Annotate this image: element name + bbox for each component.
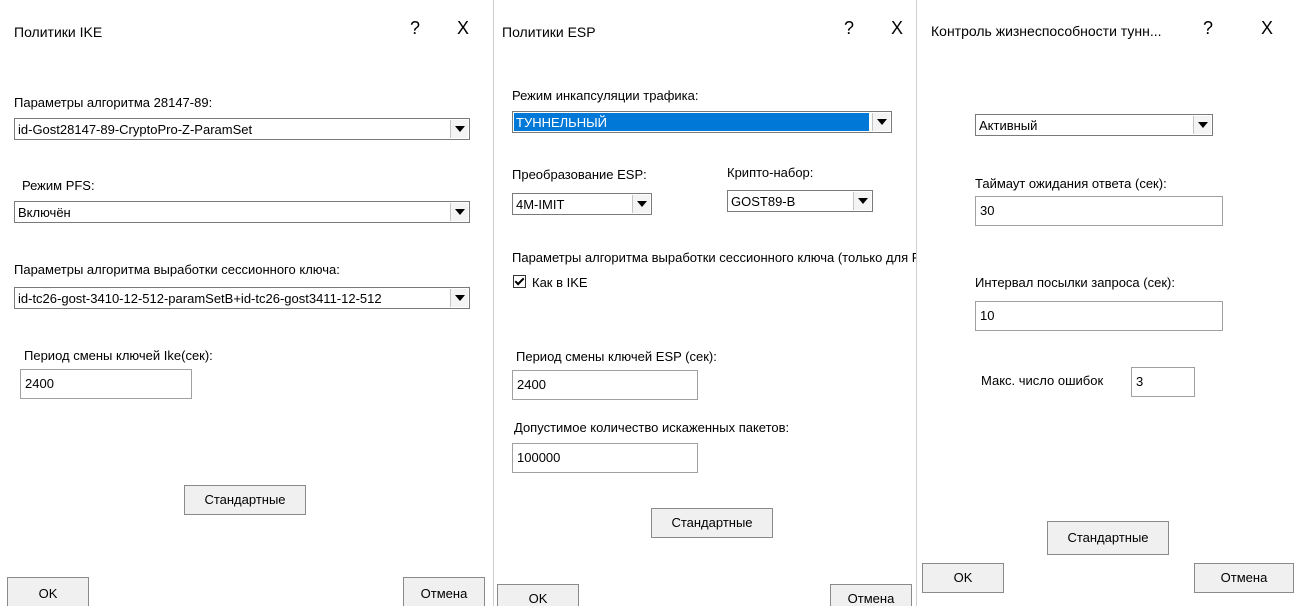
esp-transform-label: Преобразование ESP: bbox=[512, 167, 647, 182]
ike-help-icon[interactable]: ? bbox=[403, 18, 427, 39]
ike-session-select[interactable]: id-tc26-gost-3410-12-512-paramSetB+id-tc… bbox=[14, 287, 470, 309]
dpd-max-errors-label: Макс. число ошибок bbox=[981, 373, 1104, 388]
ike-pfs-label: Режим PFS: bbox=[22, 178, 95, 193]
ike-session-label: Параметры алгоритма выработки сессионног… bbox=[14, 262, 340, 277]
esp-crypto-select[interactable]: GOST89-B bbox=[727, 190, 873, 212]
ike-ok-button[interactable]: OK bbox=[7, 577, 89, 606]
esp-period-label: Период смены ключей ESP (сек): bbox=[516, 349, 717, 364]
esp-policies-dialog: Политики ESP ? X Режим инкапсуляции траф… bbox=[493, 0, 917, 606]
ike-dialog-title: Политики IKE bbox=[14, 24, 103, 40]
esp-transform-value: 4M-IMIT bbox=[516, 197, 565, 212]
esp-period-input[interactable]: 2400 bbox=[512, 370, 698, 400]
dpd-cancel-button[interactable]: Отмена bbox=[1194, 563, 1294, 593]
ike-alg-value: id-Gost28147-89-CryptoPro-Z-ParamSet bbox=[18, 122, 253, 137]
esp-ok-button[interactable]: OK bbox=[497, 584, 579, 606]
esp-defaults-button[interactable]: Стандартные bbox=[651, 508, 773, 538]
esp-crypto-value: GOST89-B bbox=[731, 194, 796, 209]
dpd-ok-button[interactable]: OK bbox=[922, 563, 1004, 593]
ike-alg-label: Параметры алгоритма 28147-89: bbox=[14, 95, 213, 110]
dpd-mode-value: Активный bbox=[979, 118, 1038, 133]
ike-period-label: Период смены ключей Ike(сек): bbox=[24, 348, 213, 363]
esp-corrupt-input[interactable]: 100000 bbox=[512, 443, 698, 473]
esp-transform-select[interactable]: 4M-IMIT bbox=[512, 193, 652, 215]
ike-period-input[interactable]: 2400 bbox=[20, 369, 192, 399]
checkmark-icon[interactable] bbox=[513, 275, 526, 288]
dpd-timeout-input[interactable]: 30 bbox=[975, 196, 1223, 226]
chevron-down-icon[interactable] bbox=[872, 113, 890, 131]
dpd-max-errors-input[interactable]: 3 bbox=[1131, 367, 1195, 397]
dpd-defaults-button[interactable]: Стандартные bbox=[1047, 521, 1169, 555]
esp-help-icon[interactable]: ? bbox=[837, 18, 861, 39]
dpd-titlebar: Контроль жизнеспособности тунн... ? X bbox=[917, 0, 1296, 62]
chevron-down-icon[interactable] bbox=[450, 203, 468, 221]
ike-policies-dialog: Политики IKE ? X Параметры алгоритма 281… bbox=[0, 0, 490, 606]
chevron-down-icon[interactable] bbox=[1193, 116, 1211, 134]
esp-dialog-title: Политики ESP bbox=[502, 24, 596, 40]
ike-alg-select[interactable]: id-Gost28147-89-CryptoPro-Z-ParamSet bbox=[14, 118, 470, 140]
esp-cancel-button[interactable]: Отмена bbox=[830, 584, 912, 606]
esp-encap-select[interactable]: ТУННЕЛЬНЫЙ bbox=[512, 111, 892, 133]
esp-corrupt-label: Допустимое количество искаженных пакетов… bbox=[514, 420, 790, 435]
chevron-down-icon[interactable] bbox=[853, 192, 871, 210]
chevron-down-icon[interactable] bbox=[450, 289, 468, 307]
dpd-close-icon[interactable]: X bbox=[1255, 18, 1279, 39]
ike-close-icon[interactable]: X bbox=[451, 18, 475, 39]
tunnel-liveness-dialog: Контроль жизнеспособности тунн... ? X Ак… bbox=[916, 0, 1296, 606]
esp-encap-label: Режим инкапсуляции трафика: bbox=[512, 88, 699, 103]
esp-as-ike-checkbox[interactable]: Как в IKE bbox=[513, 275, 588, 290]
chevron-down-icon[interactable] bbox=[632, 195, 650, 213]
ike-titlebar: Политики IKE ? X bbox=[0, 0, 490, 62]
esp-encap-value: ТУННЕЛЬНЫЙ bbox=[514, 113, 869, 131]
esp-close-icon[interactable]: X bbox=[885, 18, 909, 39]
esp-crypto-label: Крипто-набор: bbox=[727, 165, 814, 180]
ike-pfs-select[interactable]: Включён bbox=[14, 201, 470, 223]
ike-cancel-button[interactable]: Отмена bbox=[403, 577, 485, 606]
dpd-dialog-title: Контроль жизнеспособности тунн... bbox=[931, 23, 1162, 39]
esp-titlebar: Политики ESP ? X bbox=[494, 0, 917, 62]
ike-session-value: id-tc26-gost-3410-12-512-paramSetB+id-tc… bbox=[18, 291, 382, 306]
dpd-interval-label: Интервал посылки запроса (сек): bbox=[975, 275, 1175, 290]
esp-as-ike-label: Как в IKE bbox=[532, 275, 588, 290]
dpd-help-icon[interactable]: ? bbox=[1196, 18, 1220, 39]
esp-session-label: Параметры алгоритма выработки сессионног… bbox=[512, 250, 917, 265]
chevron-down-icon[interactable] bbox=[450, 120, 468, 138]
dpd-timeout-label: Таймаут ожидания ответа (сек): bbox=[975, 176, 1167, 191]
ike-pfs-value: Включён bbox=[18, 205, 71, 220]
dpd-interval-input[interactable]: 10 bbox=[975, 301, 1223, 331]
ike-defaults-button[interactable]: Стандартные bbox=[184, 485, 306, 515]
dpd-mode-select[interactable]: Активный bbox=[975, 114, 1213, 136]
